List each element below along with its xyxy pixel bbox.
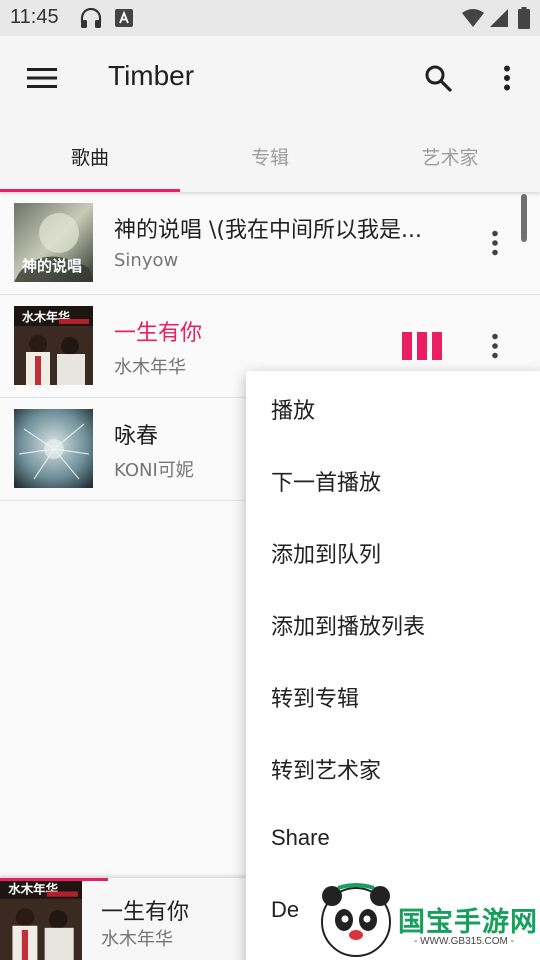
cell-signal-icon — [490, 9, 508, 31]
app-title: Timber — [108, 60, 195, 91]
menu-item-delete[interactable]: De — [271, 897, 299, 923]
list-scrollbar[interactable] — [521, 194, 527, 242]
menu-item-play-next[interactable]: 下一首播放 — [271, 465, 381, 497]
watermark-url: - WWW.GB315.COM - — [414, 936, 514, 947]
menu-item-go-to-artist[interactable]: 转到艺术家 — [271, 753, 381, 785]
song-artist: 水木年华 — [114, 357, 186, 378]
mini-player-progress — [0, 878, 108, 881]
tab-bar: 歌曲 专辑 艺术家 — [0, 120, 540, 192]
headphones-icon — [80, 7, 102, 32]
menu-item-play[interactable]: 播放 — [271, 393, 315, 425]
mini-player-artist: 水木年华 — [101, 929, 173, 950]
panda-mascot-icon — [321, 883, 391, 957]
app-bar: Timber — [0, 36, 540, 120]
tab-songs[interactable]: 歌曲 — [0, 120, 180, 192]
hamburger-menu-icon[interactable] — [26, 62, 58, 94]
menu-item-go-to-album[interactable]: 转到专辑 — [271, 681, 359, 713]
text-a-icon — [115, 9, 133, 31]
song-context-menu: 播放 下一首播放 添加到队列 添加到播放列表 转到专辑 转到艺术家 Share … — [246, 371, 540, 960]
song-artist: Sinyow — [114, 250, 179, 271]
mini-player-album-art: 水木年华 — [0, 878, 82, 960]
album-art-shuimunianhua: 水木年华 — [14, 306, 93, 385]
album-art-shendeshuochang: 神的说唱 — [14, 203, 93, 282]
tab-artists[interactable]: 艺术家 — [360, 120, 540, 192]
song-artist: KONI可妮 — [114, 460, 194, 481]
song-overflow-menu-icon[interactable] — [480, 331, 510, 361]
svg-text:神的说唱: 神的说唱 — [22, 257, 82, 275]
song-title: 神的说唱 \(我在中间所以我是... — [114, 218, 422, 243]
song-row[interactable]: 神的说唱 神的说唱 \(我在中间所以我是... Sinyow — [0, 192, 540, 295]
mini-player-title: 一生有你 — [101, 900, 190, 925]
song-overflow-menu-icon[interactable] — [480, 228, 510, 258]
album-art-yongchun — [14, 409, 93, 488]
status-time: 11:45 — [10, 6, 59, 28]
search-icon[interactable] — [422, 62, 454, 94]
menu-item-share[interactable]: Share — [271, 825, 330, 851]
menu-item-add-to-queue[interactable]: 添加到队列 — [271, 537, 381, 569]
watermark-brand: 国宝手游网 — [398, 907, 538, 938]
app-screen: 11:45 Timber 歌曲 专辑 艺术家 神的说唱 神的说唱 \(我在中间所… — [0, 0, 540, 960]
more-vertical-icon[interactable] — [491, 62, 523, 94]
equalizer-playing-icon — [402, 332, 442, 360]
wifi-icon — [462, 9, 484, 31]
watermark-logo: 国宝手游网 - WWW.GB315.COM - — [318, 882, 540, 960]
tab-albums[interactable]: 专辑 — [180, 120, 360, 192]
menu-item-add-to-playlist[interactable]: 添加到播放列表 — [271, 609, 425, 641]
battery-icon — [518, 7, 530, 33]
status-bar: 11:45 — [0, 0, 540, 36]
